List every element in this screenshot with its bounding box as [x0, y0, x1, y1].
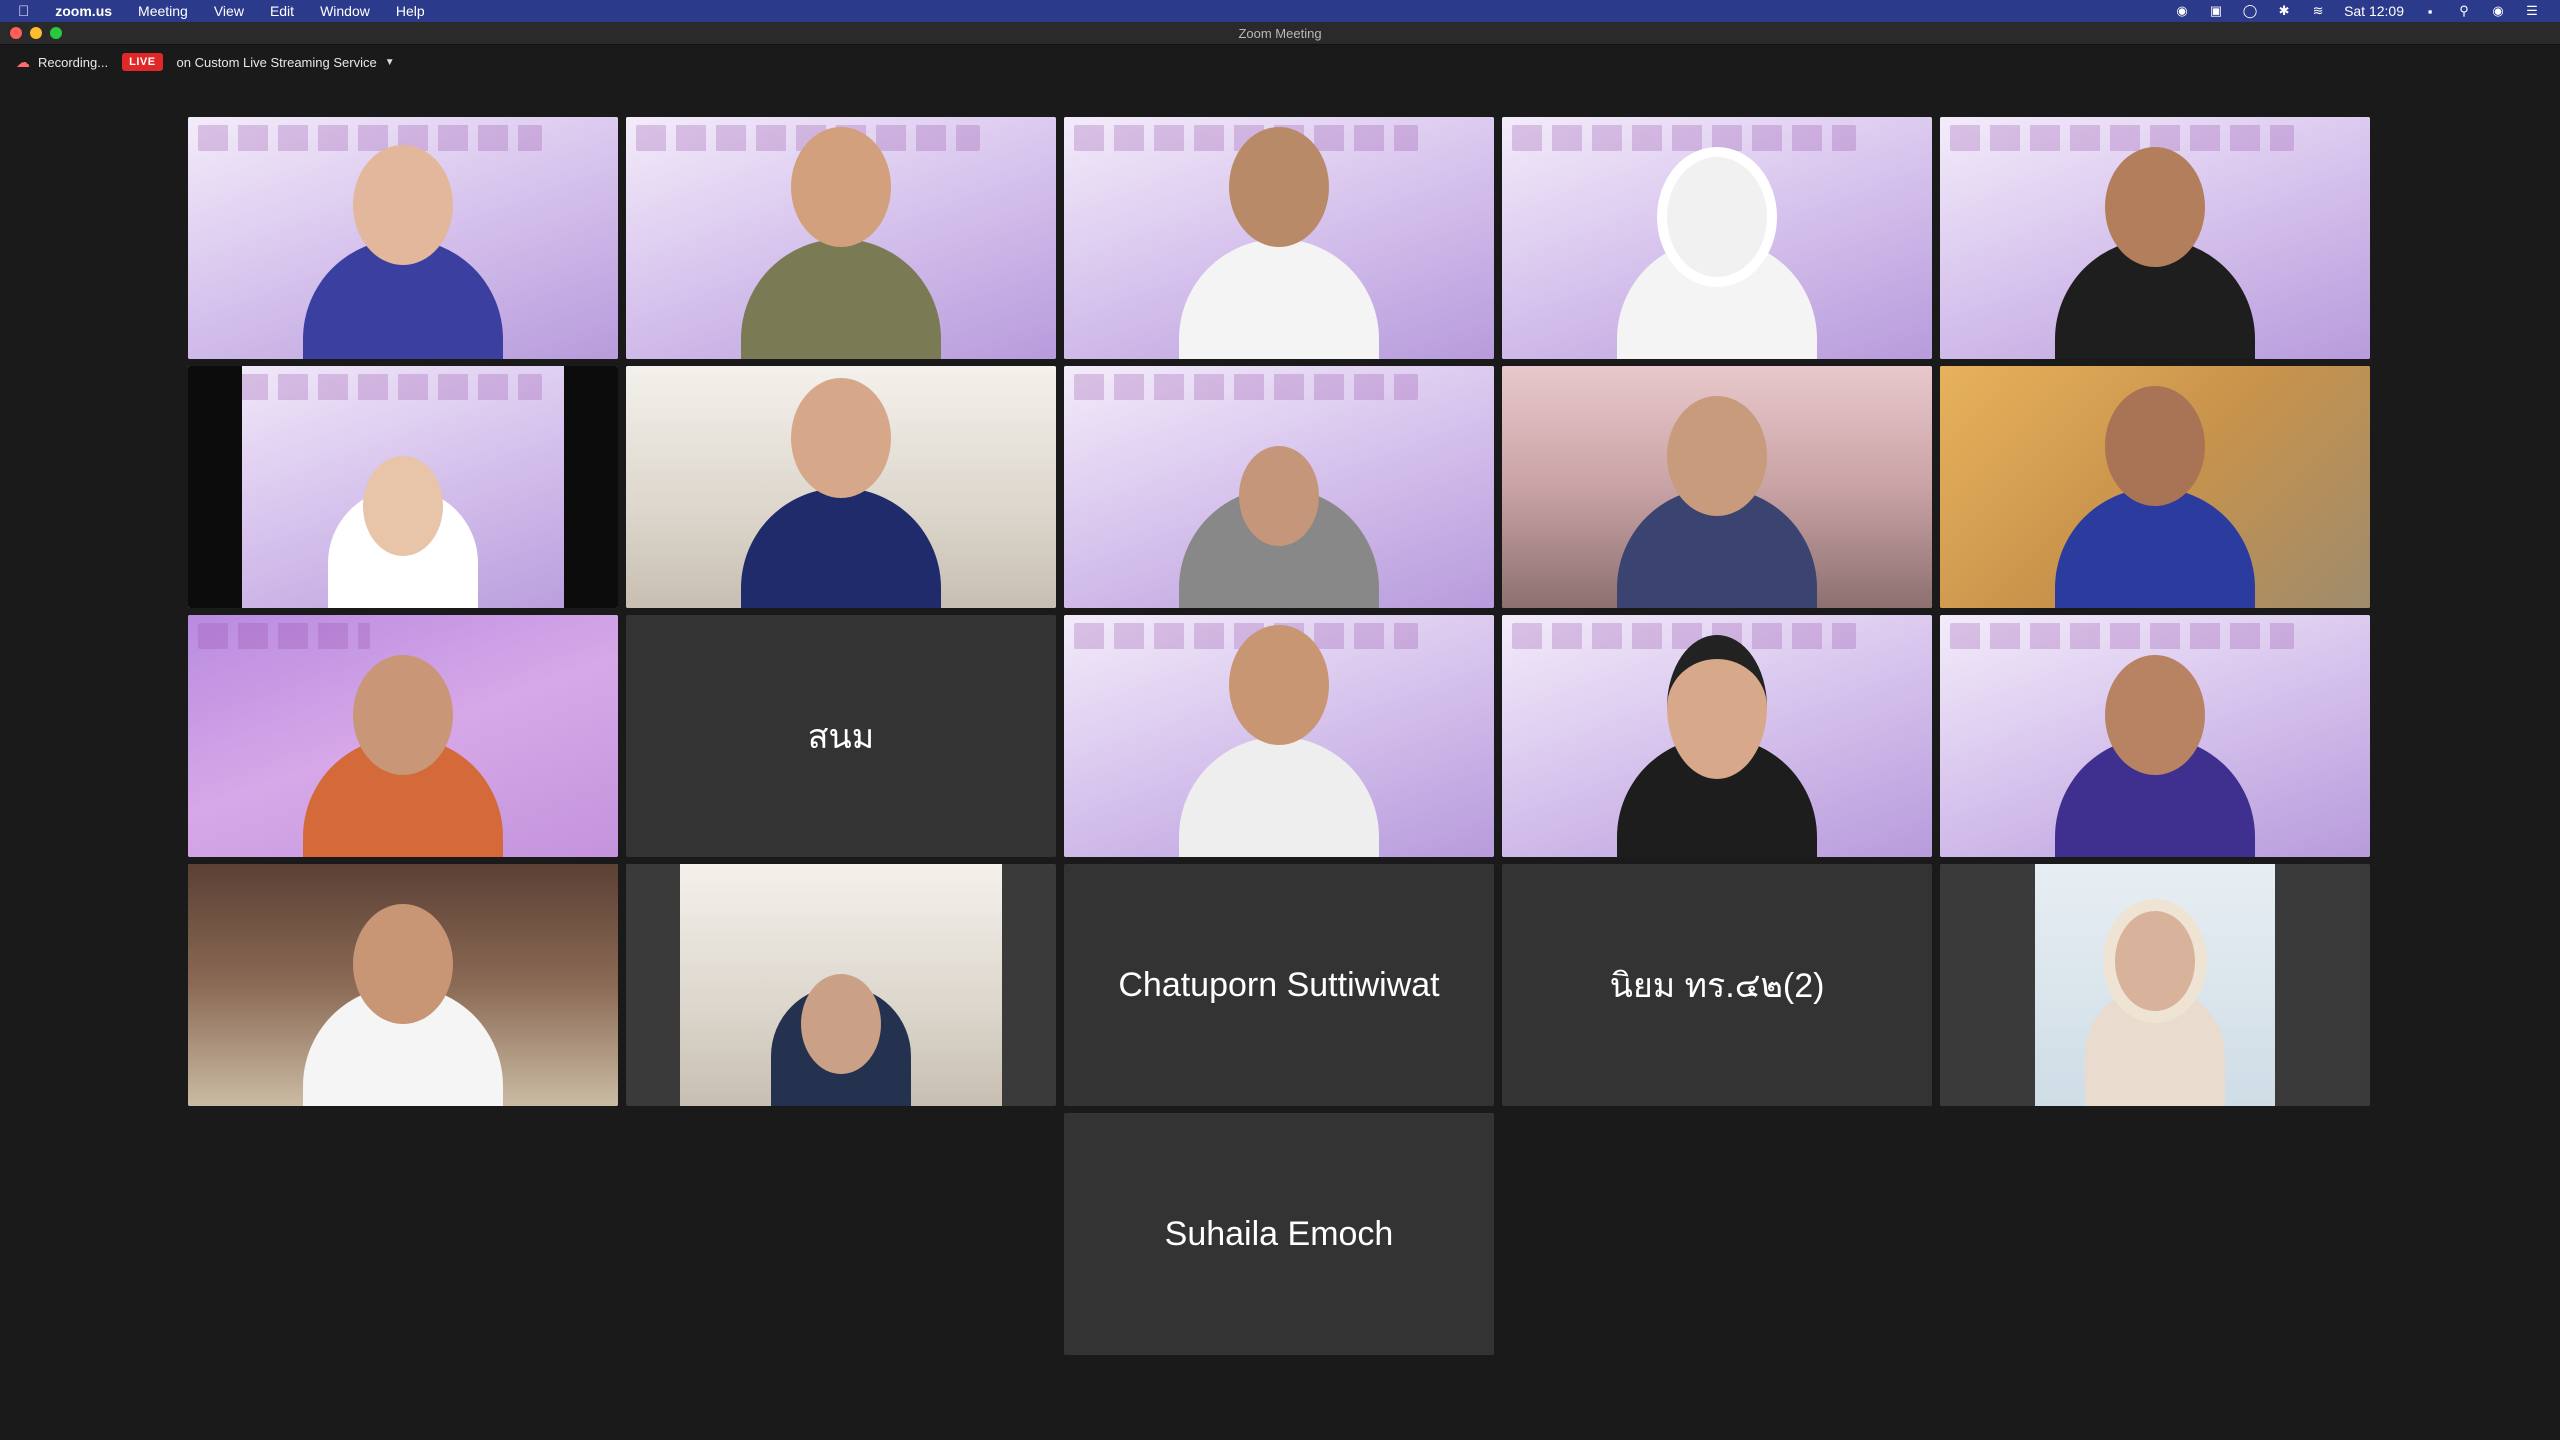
menu-clock[interactable]: Sat 12:09 [2344, 3, 2404, 19]
participant-face [2103, 899, 2207, 1023]
recording-label: Recording... [38, 54, 109, 70]
live-stream-label: on Custom Live Streaming Service [176, 54, 377, 70]
participant-face [2105, 147, 2205, 267]
menu-edit[interactable]: Edit [270, 3, 294, 19]
participant-video-tile[interactable] [1502, 366, 1932, 608]
window-title: Zoom Meeting [1238, 25, 1322, 41]
participant-video-tile[interactable] [626, 864, 1056, 1106]
bluetooth-icon[interactable]: ✱ [2276, 3, 2292, 19]
participant-video-tile[interactable] [1940, 366, 2370, 608]
participant-face [791, 127, 891, 247]
participant-video-tile[interactable] [1502, 117, 1932, 359]
window-title-bar: Zoom Meeting [0, 22, 2560, 45]
macos-menu-bar:  zoom.us Meeting View Edit Window Help … [0, 0, 2560, 22]
window-controls [10, 27, 62, 39]
menu-view[interactable]: View [214, 3, 244, 19]
menu-meeting[interactable]: Meeting [138, 3, 188, 19]
participant-face [2105, 655, 2205, 775]
participant-video-tile[interactable] [1940, 615, 2370, 857]
participant-face [2105, 386, 2205, 506]
maximize-window-button[interactable] [50, 27, 62, 39]
participant-video-tile[interactable] [1502, 615, 1932, 857]
participant-face [363, 456, 443, 556]
participant-face [1667, 396, 1767, 516]
participant-face [1657, 147, 1777, 287]
wifi-icon[interactable]: ≋ [2310, 3, 2326, 19]
close-window-button[interactable] [10, 27, 22, 39]
participant-name-tile[interactable]: Suhaila Emoch [1064, 1113, 1494, 1355]
participant-video-tile[interactable] [1064, 117, 1494, 359]
recording-status-icon[interactable]: ◯ [2242, 3, 2258, 19]
menu-window[interactable]: Window [320, 3, 370, 19]
live-stream-dropdown[interactable]: on Custom Live Streaming Service ▼ [177, 55, 395, 70]
minimize-window-button[interactable] [30, 27, 42, 39]
participant-video-tile[interactable] [188, 366, 618, 608]
participant-name: สนม [807, 718, 875, 756]
participant-video-tile[interactable] [626, 117, 1056, 359]
user-account-icon[interactable]: ◉ [2490, 3, 2506, 19]
participant-video-tile[interactable] [1940, 117, 2370, 359]
participant-face [801, 974, 881, 1074]
participant-name-tile[interactable]: Chatuporn Suttiwiwat [1064, 864, 1494, 1106]
chevron-down-icon: ▼ [384, 56, 395, 68]
participant-face [1667, 635, 1767, 779]
meeting-status-bar: ☁ Recording... LIVE on Custom Live Strea… [0, 45, 2560, 79]
chat-status-icon[interactable]: ◉ [2174, 3, 2190, 19]
live-badge: LIVE [122, 53, 163, 71]
spotlight-search-icon[interactable]: ⚲ [2456, 3, 2472, 19]
participant-face [353, 145, 453, 265]
participant-face [1229, 625, 1329, 745]
cloud-recording-icon: ☁ [16, 53, 30, 70]
participant-video-tile[interactable] [1064, 366, 1494, 608]
participant-video-tile[interactable] [188, 117, 618, 359]
participant-face [1229, 127, 1329, 247]
participant-video-tile[interactable] [1064, 615, 1494, 857]
recording-indicator[interactable]: ☁ Recording... [16, 54, 108, 71]
participant-video-tile[interactable] [1940, 864, 2370, 1106]
app-menu-zoom[interactable]: zoom.us [55, 3, 112, 19]
participant-name-tile[interactable]: สนม [626, 615, 1056, 857]
participant-face [353, 655, 453, 775]
participant-name: นิยม ทร.๔๒(2) [1609, 967, 1825, 1005]
participant-name: Suhaila Emoch [1164, 1214, 1394, 1253]
participant-name-tile[interactable]: นิยม ทร.๔๒(2) [1502, 864, 1932, 1106]
zoom-status-icon[interactable]: ▣ [2208, 3, 2224, 19]
menu-help[interactable]: Help [396, 3, 425, 19]
participant-video-tile[interactable] [188, 864, 618, 1106]
control-center-icon[interactable]: ☰ [2524, 3, 2540, 19]
participant-face [1239, 446, 1319, 546]
participant-face [353, 904, 453, 1024]
participant-face [791, 378, 891, 498]
participant-video-tile[interactable] [626, 366, 1056, 608]
input-source-icon[interactable]: ▪ [2422, 3, 2438, 19]
participant-video-tile[interactable] [188, 615, 618, 857]
participant-name: Chatuporn Suttiwiwat [1118, 965, 1440, 1004]
apple-menu-icon[interactable]:  [18, 3, 29, 20]
